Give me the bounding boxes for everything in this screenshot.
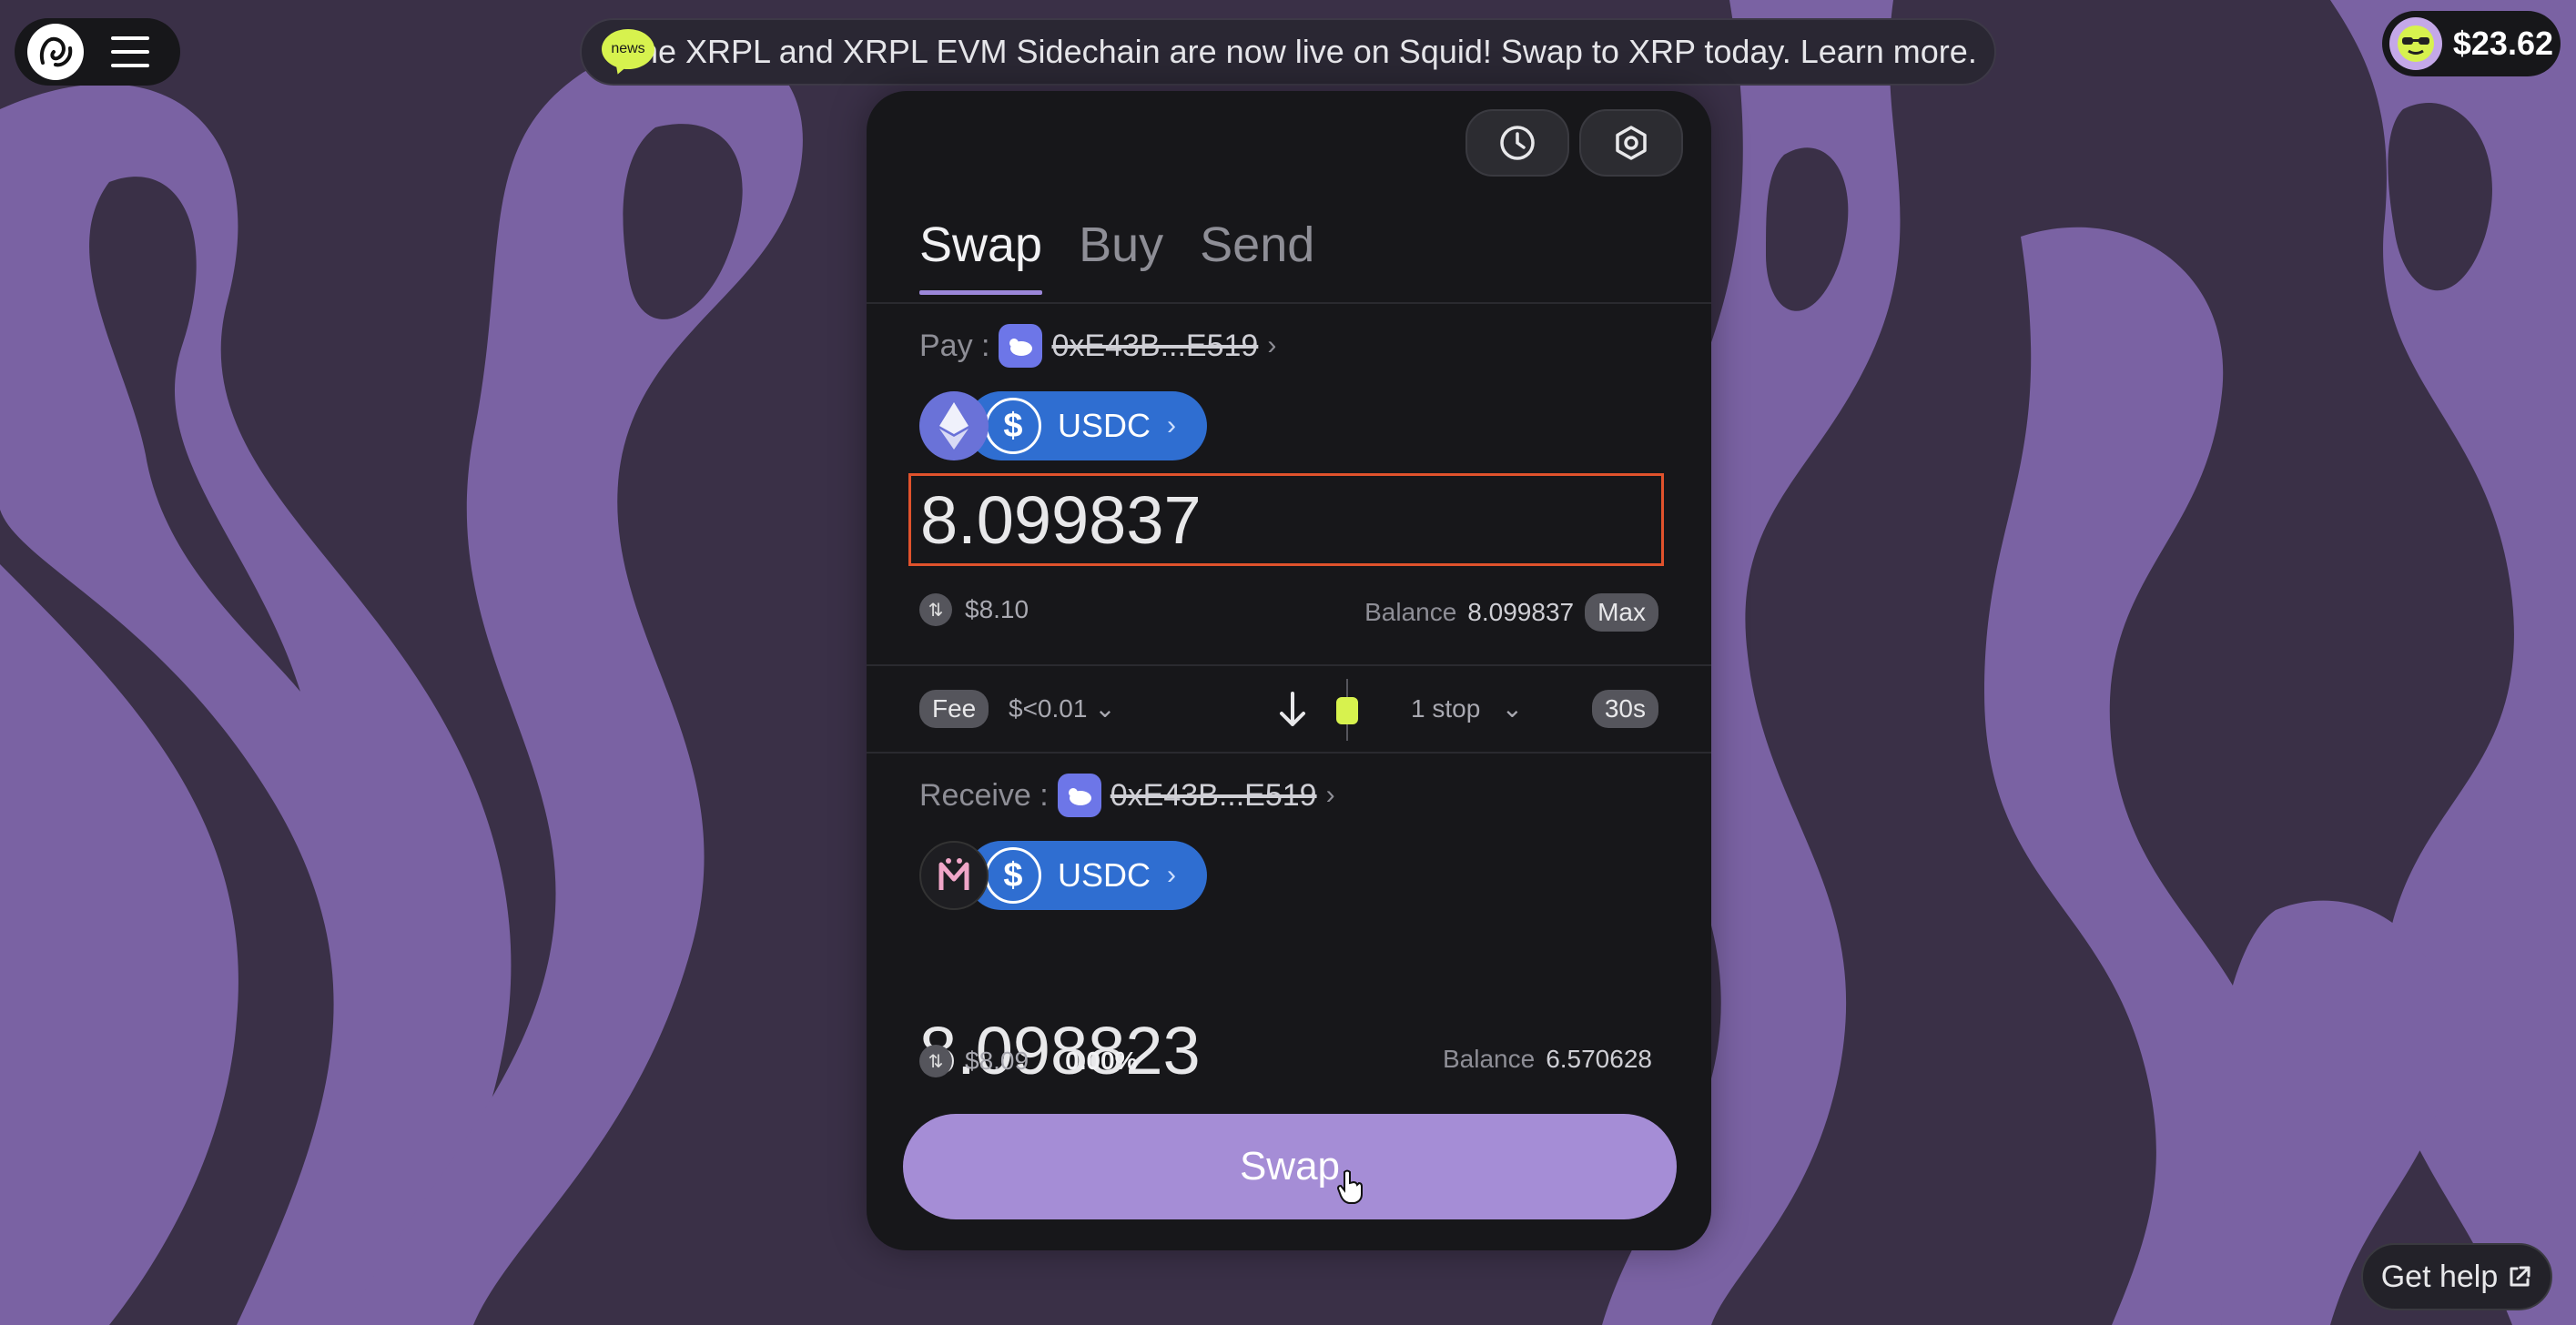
- bridge-route-icon: [1336, 679, 1358, 741]
- tab-divider: [867, 302, 1711, 304]
- swap-arrows-icon[interactable]: ⇅: [919, 1045, 952, 1077]
- logo-menu-pill: [15, 18, 180, 86]
- wallet-button[interactable]: $23.62: [2382, 11, 2561, 76]
- arrow-down-icon[interactable]: [1274, 690, 1311, 730]
- fee-badge: Fee: [919, 690, 989, 728]
- pay-amount-input[interactable]: 8.099837: [908, 473, 1664, 566]
- tab-send[interactable]: Send: [1200, 217, 1314, 273]
- pay-address-row[interactable]: Pay : 0xE43B...E519 ›: [919, 324, 1276, 368]
- pay-label: Pay :: [919, 328, 990, 363]
- receive-balance-row: Balance 6.570628: [1443, 1045, 1652, 1074]
- tab-buy[interactable]: Buy: [1079, 217, 1163, 273]
- news-banner-text[interactable]: The XRPL and XRPL EVM Sidechain are now …: [620, 33, 1977, 71]
- squid-logo[interactable]: [27, 24, 84, 80]
- wallet-balance: $23.62: [2452, 25, 2553, 62]
- sunglasses-face-icon: [2389, 17, 2442, 70]
- price-impact: 0.00%: [1065, 1047, 1138, 1075]
- chevron-down-icon: ⌄: [1094, 694, 1116, 723]
- receive-address: 0xE43B...E519: [1110, 777, 1317, 813]
- get-help-button[interactable]: Get help: [2361, 1243, 2552, 1310]
- receive-token-symbol: USDC: [1058, 856, 1151, 894]
- pay-balance-label: Balance: [1364, 598, 1457, 626]
- route-info-row: Fee $<0.01 ⌄ 1 stop ⌄ 30s: [919, 679, 1658, 741]
- mantle-icon: [919, 841, 989, 910]
- chevron-right-icon: ›: [1167, 860, 1177, 890]
- chevron-right-icon: ›: [1167, 410, 1177, 440]
- receive-label: Receive :: [919, 777, 1049, 813]
- history-button[interactable]: [1465, 109, 1569, 177]
- pay-token-symbol: USDC: [1058, 407, 1151, 444]
- pay-token-selector[interactable]: $ USDC ›: [919, 391, 1208, 460]
- settings-button[interactable]: [1579, 109, 1683, 177]
- max-button[interactable]: Max: [1585, 593, 1658, 632]
- estimated-time-badge: 30s: [1591, 690, 1658, 728]
- token-pill[interactable]: $ USDC ›: [967, 841, 1208, 910]
- chevron-down-icon: ⌄: [1501, 694, 1524, 723]
- receive-balance-label: Balance: [1443, 1045, 1536, 1073]
- chevron-right-icon: ›: [1325, 780, 1335, 810]
- get-help-label: Get help: [2380, 1259, 2499, 1294]
- pay-address: 0xE43B...E519: [1051, 328, 1259, 363]
- fee-value[interactable]: $<0.01 ⌄: [1009, 693, 1116, 723]
- chevron-right-icon: ›: [1267, 330, 1277, 360]
- receive-usd-value: $8.09: [965, 1047, 1029, 1075]
- clock-icon: [1500, 126, 1535, 160]
- token-pill[interactable]: $ USDC ›: [967, 391, 1208, 460]
- section-divider: [867, 664, 1711, 666]
- stops-selector[interactable]: 1 stop ⌄: [1411, 693, 1523, 723]
- pay-usd-value-row: ⇅ $8.10: [919, 593, 1029, 626]
- hamburger-menu-icon[interactable]: [111, 36, 149, 67]
- wallet-avatar-icon: [999, 324, 1043, 368]
- tab-swap[interactable]: Swap: [919, 217, 1043, 295]
- usdc-icon: $: [985, 847, 1041, 904]
- receive-token-selector[interactable]: $ USDC ›: [919, 841, 1208, 910]
- receive-balance-value: 6.570628: [1546, 1045, 1652, 1073]
- receive-address-row[interactable]: Receive : 0xE43B...E519 ›: [919, 774, 1335, 817]
- usdc-icon: $: [985, 398, 1041, 454]
- pay-usd-value: $8.10: [965, 595, 1029, 623]
- receive-usd-row: ⇅ $8.09 0.00%: [919, 1045, 1137, 1077]
- external-link-icon: [2510, 1266, 2530, 1287]
- swap-button[interactable]: Swap: [903, 1114, 1677, 1219]
- gear-icon: [1616, 126, 1647, 160]
- ethereum-icon: [919, 391, 989, 460]
- news-banner[interactable]: news The XRPL and XRPL EVM Sidechain are…: [580, 18, 1996, 86]
- pointer-cursor-icon: [1336, 1169, 1363, 1204]
- tab-bar: Swap Buy Send: [919, 217, 1314, 295]
- swap-arrows-icon[interactable]: ⇅: [919, 593, 952, 626]
- wallet-avatar-icon: [1057, 774, 1101, 817]
- pay-balance-value: 8.099837: [1467, 598, 1575, 626]
- section-divider: [867, 752, 1711, 754]
- pay-balance-row: Balance 8.099837 Max: [1364, 593, 1658, 632]
